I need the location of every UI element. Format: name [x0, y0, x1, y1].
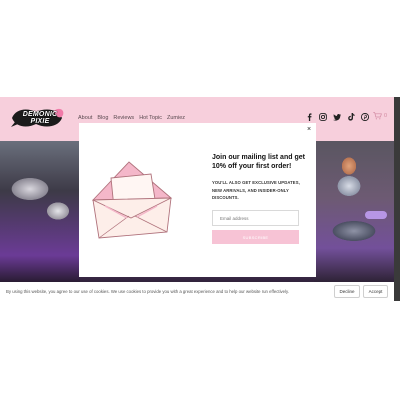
main-nav: About Blog Reviews Hot Topic Zumiez	[78, 115, 185, 121]
cookie-banner: By using this website, you agree to our …	[0, 282, 394, 301]
pinterest-icon[interactable]	[361, 113, 369, 121]
envelope-illustration	[91, 161, 173, 239]
newsletter-modal: × Join our mailing list and get 10% off …	[79, 123, 316, 277]
modal-description: YOU'LL ALSO GET EXCLUSIVE UPDATES, NEW A…	[212, 180, 300, 200]
modal-title: Join our mailing list and get 10% off yo…	[212, 154, 305, 170]
cart-button[interactable]: 0	[373, 112, 387, 120]
twitter-icon[interactable]	[333, 113, 341, 121]
brand-logo[interactable]: DEMONIC PIXIE	[8, 106, 66, 130]
hero-glow	[365, 211, 387, 219]
close-icon[interactable]: ×	[305, 126, 313, 134]
tiktok-icon[interactable]	[347, 113, 355, 121]
accept-button[interactable]: Accept	[363, 285, 388, 298]
cart-count: 0	[384, 113, 388, 119]
cart-icon	[373, 112, 382, 120]
email-field[interactable]	[212, 210, 299, 226]
nav-link-hot-topic[interactable]: Hot Topic	[139, 115, 162, 121]
nav-link-reviews[interactable]: Reviews	[113, 115, 134, 121]
hero-photo-left	[0, 141, 80, 284]
logo-text: DEMONIC PIXIE	[22, 111, 58, 125]
social-links	[305, 113, 369, 121]
instagram-icon[interactable]	[319, 113, 327, 121]
nav-link-blog[interactable]: Blog	[97, 115, 108, 121]
page: DEMONIC PIXIE About Blog Reviews Hot Top…	[0, 0, 400, 400]
nav-link-zumiez[interactable]: Zumiez	[167, 115, 185, 121]
nav-link-about[interactable]: About	[78, 115, 92, 121]
facebook-icon[interactable]	[305, 113, 313, 121]
scrollbar[interactable]	[394, 97, 400, 301]
subscribe-button[interactable]: SUBSCRIBE	[212, 230, 299, 244]
cookie-message: By using this website, you agree to our …	[6, 289, 290, 294]
decline-button[interactable]: Decline	[334, 285, 360, 298]
